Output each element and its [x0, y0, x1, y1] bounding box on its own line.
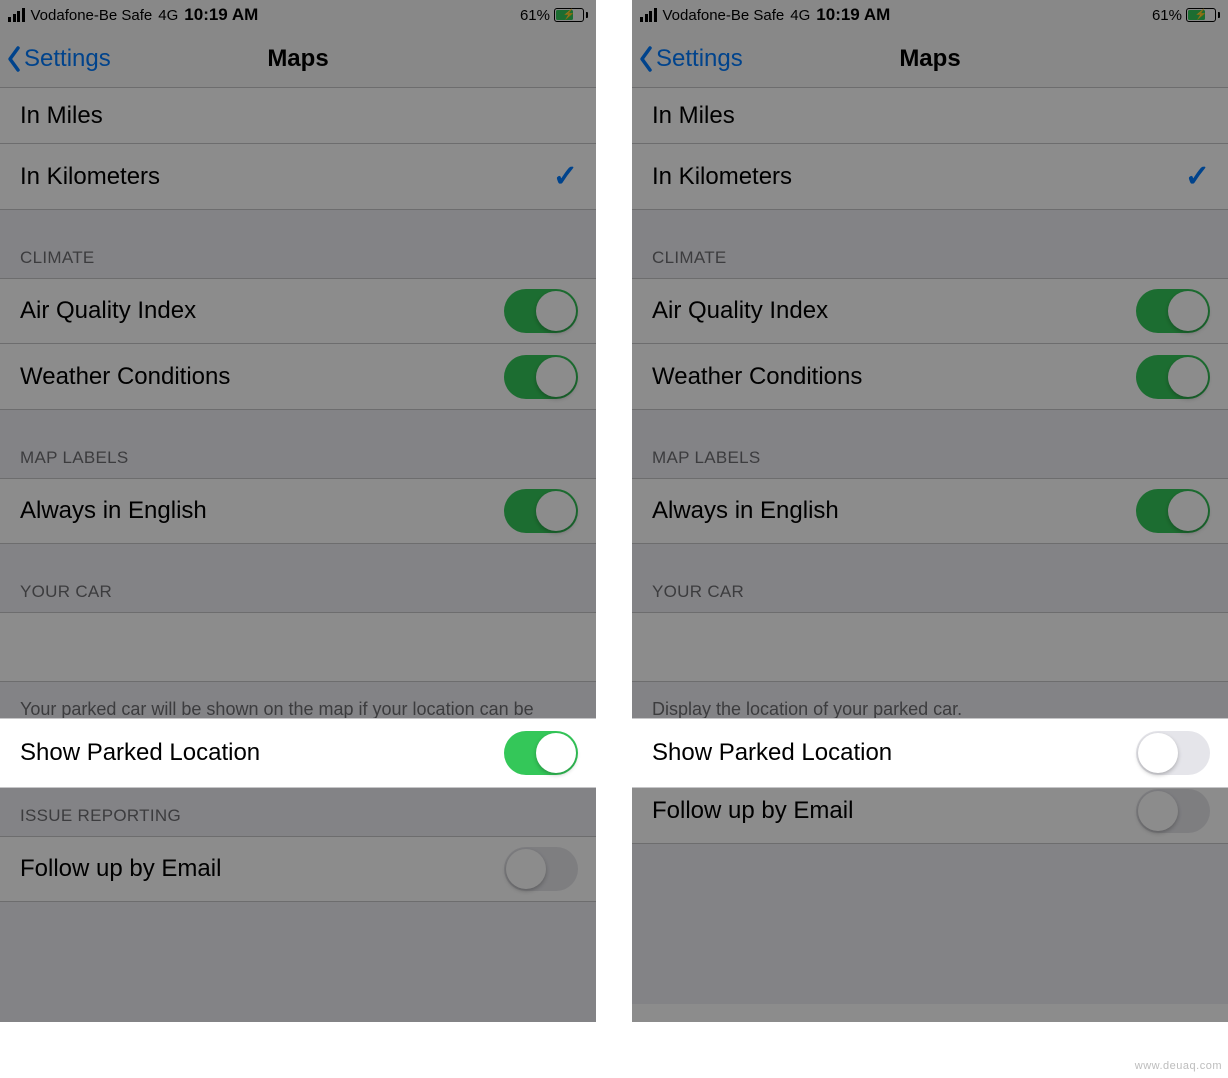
back-button[interactable]: Settings [0, 45, 111, 73]
checkmark-icon: ✓ [1185, 159, 1210, 194]
always-english-label: Always in English [652, 497, 1136, 525]
weather-conditions-label: Weather Conditions [652, 363, 1136, 391]
signal-icon [8, 8, 25, 22]
carrier-label: Vodafone-Be Safe [31, 7, 153, 24]
in-kilometers-label: In Kilometers [652, 163, 1185, 191]
row-in-miles[interactable]: In Miles [0, 88, 596, 144]
row-show-parked-location[interactable]: Show Parked Location [0, 718, 596, 788]
toggle-follow-up-email[interactable] [1136, 789, 1210, 833]
signal-icon [640, 8, 657, 22]
toggle-show-parked-location[interactable] [504, 731, 578, 775]
toggle-follow-up-email[interactable] [504, 847, 578, 891]
watermark: www.deuaq.com [1135, 1060, 1222, 1072]
toggle-air-quality[interactable] [504, 289, 578, 333]
back-label: Settings [24, 45, 111, 73]
row-air-quality[interactable]: Air Quality Index [0, 278, 596, 344]
weather-conditions-label: Weather Conditions [20, 363, 504, 391]
section-header-map-labels: MAP LABELS [0, 410, 596, 478]
row-always-english[interactable]: Always in English [0, 478, 596, 544]
section-header-your-car: YOUR CAR [632, 544, 1228, 612]
nav-bar: Settings Maps [0, 30, 596, 88]
chevron-left-icon [638, 45, 654, 73]
row-weather-conditions[interactable]: Weather Conditions [632, 344, 1228, 410]
follow-up-email-label: Follow up by Email [652, 797, 1136, 825]
show-parked-location-label: Show Parked Location [652, 739, 892, 767]
screen-right: Vodafone-Be Safe 4G 10:19 AM 61% ⚡ Setti… [632, 0, 1228, 1022]
section-header-map-labels: MAP LABELS [632, 410, 1228, 478]
section-header-issue-reporting: ISSUE REPORTING [0, 782, 596, 836]
status-bar: Vodafone-Be Safe 4G 10:19 AM 61% ⚡ [632, 0, 1228, 30]
checkmark-icon: ✓ [553, 159, 578, 194]
row-follow-up-email[interactable]: Follow up by Email [0, 836, 596, 902]
nav-bar: Settings Maps [632, 30, 1228, 88]
battery-percent: 61% [520, 7, 550, 24]
battery-percent: 61% [1152, 7, 1182, 24]
row-in-kilometers[interactable]: In Kilometers ✓ [632, 144, 1228, 210]
carrier-label: Vodafone-Be Safe [663, 7, 785, 24]
section-header-your-car: YOUR CAR [0, 544, 596, 612]
row-show-parked-location[interactable]: Show Parked Location [632, 718, 1228, 788]
network-label: 4G [790, 7, 810, 24]
status-time: 10:19 AM [184, 5, 258, 25]
air-quality-label: Air Quality Index [20, 297, 504, 325]
always-english-label: Always in English [20, 497, 504, 525]
chevron-left-icon [6, 45, 22, 73]
row-weather-conditions[interactable]: Weather Conditions [0, 344, 596, 410]
section-header-climate: CLIMATE [632, 210, 1228, 278]
toggle-always-english[interactable] [504, 489, 578, 533]
in-miles-label: In Miles [652, 102, 1210, 130]
show-parked-location-label: Show Parked Location [20, 739, 260, 767]
in-miles-label: In Miles [20, 102, 578, 130]
toggle-weather-conditions[interactable] [1136, 355, 1210, 399]
in-kilometers-label: In Kilometers [20, 163, 553, 191]
battery-icon: ⚡ [554, 8, 588, 22]
row-in-miles[interactable]: In Miles [632, 88, 1228, 144]
follow-up-email-label: Follow up by Email [20, 855, 504, 883]
status-bar: Vodafone-Be Safe 4G 10:19 AM 61% ⚡ [0, 0, 596, 30]
status-time: 10:19 AM [816, 5, 890, 25]
toggle-show-parked-location[interactable] [1136, 731, 1210, 775]
toggle-always-english[interactable] [1136, 489, 1210, 533]
toggle-weather-conditions[interactable] [504, 355, 578, 399]
row-in-kilometers[interactable]: In Kilometers ✓ [0, 144, 596, 210]
toggle-air-quality[interactable] [1136, 289, 1210, 333]
row-air-quality[interactable]: Air Quality Index [632, 278, 1228, 344]
back-label: Settings [656, 45, 743, 73]
screen-left: Vodafone-Be Safe 4G 10:19 AM 61% ⚡ Setti… [0, 0, 596, 1022]
row-always-english[interactable]: Always in English [632, 478, 1228, 544]
network-label: 4G [158, 7, 178, 24]
back-button[interactable]: Settings [632, 45, 743, 73]
air-quality-label: Air Quality Index [652, 297, 1136, 325]
battery-icon: ⚡ [1186, 8, 1220, 22]
section-header-climate: CLIMATE [0, 210, 596, 278]
